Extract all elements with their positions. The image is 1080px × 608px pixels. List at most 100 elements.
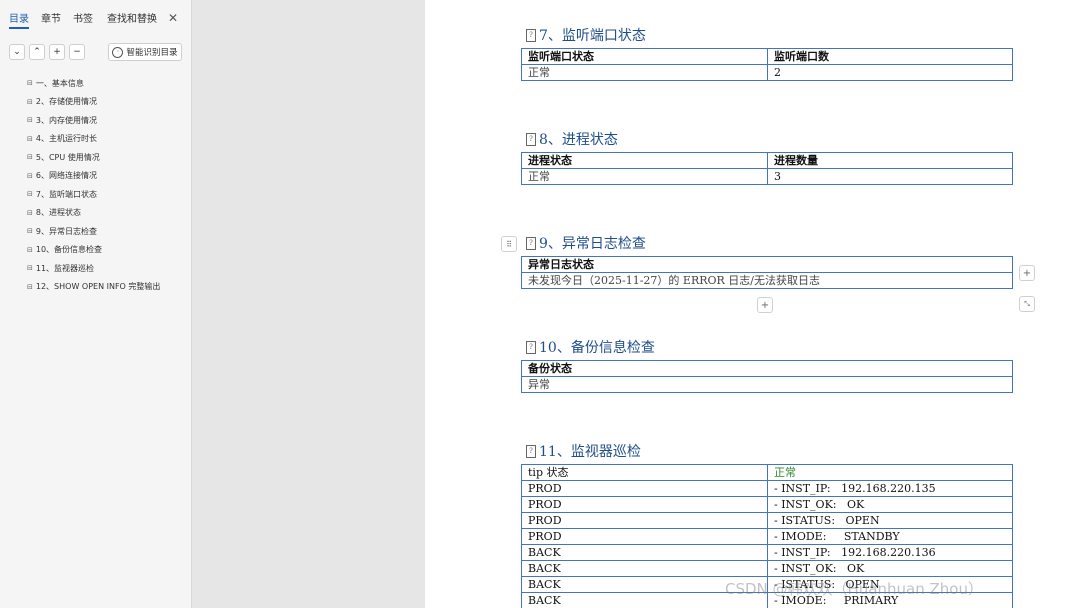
collapse-marker-icon: ⊟ <box>27 97 33 106</box>
section-9-title: 9、异常日志检查 <box>539 236 646 252</box>
table-cell: tip 状态 <box>521 464 768 481</box>
ai-icon: ◦ <box>112 46 124 58</box>
tab-toc[interactable]: 目录 <box>9 10 29 29</box>
toc-item-label: 8、进程状态 <box>35 208 81 218</box>
toc-item-1[interactable]: ⊟ 一、基本信息 <box>27 74 187 93</box>
smart-recognize-label: 智能识别目录 <box>126 48 178 58</box>
process-status-table: 进程状态 进程数量 正常 3 <box>521 152 1013 185</box>
add-row-icon[interactable]: + <box>757 297 773 313</box>
table-header-cell: 备份状态 <box>521 360 1013 377</box>
toc-item-2[interactable]: ⊟ 2、存储使用情况 <box>27 93 187 112</box>
toc-item-label: 2、存储使用情况 <box>35 97 97 107</box>
toc-item-label: 11、监视器巡检 <box>35 263 95 273</box>
missing-glyph-icon: ? <box>526 132 536 146</box>
missing-glyph-icon: ? <box>526 340 536 354</box>
close-icon[interactable]: ✕ <box>168 11 178 25</box>
collapse-down-icon[interactable]: ⌄ <box>9 44 25 60</box>
toc-item-9[interactable]: ⊟ 9、异常日志检查 <box>27 222 187 241</box>
table-cell: 异常 <box>521 376 1013 393</box>
toc-item-label: 4、主机运行时长 <box>35 134 97 144</box>
section-7-heading: ? 7、监听端口状态 <box>526 25 646 45</box>
table-cell: 正常 <box>521 168 768 185</box>
section-10-title: 10、备份信息检查 <box>539 340 655 356</box>
missing-glyph-icon: ? <box>526 28 536 42</box>
toc-item-label: 一、基本信息 <box>35 78 84 88</box>
add-column-icon[interactable]: + <box>1019 265 1035 281</box>
table-cell: PROD <box>521 496 768 513</box>
collapse-marker-icon: ⊟ <box>27 264 33 273</box>
toc-item-12[interactable]: ⊟ 12、SHOW OPEN INFO 完整输出 <box>27 278 187 297</box>
table-cell: - INST_IP: 192.168.220.135 <box>767 480 1013 497</box>
table-cell: BACK <box>521 560 768 577</box>
tab-chapters[interactable]: 章节 <box>41 10 61 25</box>
toc-item-label: 6、网络连接情况 <box>35 171 97 181</box>
toc-item-label: 3、内存使用情况 <box>35 115 97 125</box>
collapse-marker-icon: ⊟ <box>27 79 33 88</box>
section-9-heading: ? 9、异常日志检查 <box>526 233 646 253</box>
toc-item-label: 9、异常日志检查 <box>35 226 97 236</box>
resize-table-icon[interactable]: ⤡ <box>1019 296 1035 312</box>
table-header-cell: 进程状态 <box>521 152 768 169</box>
collapse-marker-icon: ⊟ <box>27 208 33 217</box>
table-cell: - ISTATUS: OPEN <box>767 512 1013 529</box>
document-background <box>192 0 424 608</box>
table-cell: - INST_OK: OK <box>767 496 1013 513</box>
table-cell: BACK <box>521 544 768 561</box>
toc-item-11[interactable]: ⊟ 11、监视器巡检 <box>27 259 187 278</box>
tab-find-replace[interactable]: 查找和替换 <box>107 10 157 25</box>
toc-item-label: 12、SHOW OPEN INFO 完整输出 <box>35 282 161 292</box>
toc-item-label: 5、CPU 使用情况 <box>35 152 100 162</box>
table-header-cell: 监听端口状态 <box>521 48 768 65</box>
document-page[interactable]: ? 7、监听端口状态 监听端口状态 监听端口数 正常 2 ? 8、进程状态 进程… <box>425 0 1080 608</box>
toc-list: ⊟ 一、基本信息 ⊟ 2、存储使用情况 ⊟ 3、内存使用情况 ⊟ 4、主机运行时长 ⊟ 5… <box>27 74 187 296</box>
section-11-title: 11、监视器巡检 <box>539 444 641 460</box>
toc-item-3[interactable]: ⊟ 3、内存使用情况 <box>27 111 187 130</box>
collapse-marker-icon: ⊟ <box>27 282 33 291</box>
table-cell: - INST_IP: 192.168.220.136 <box>767 544 1013 561</box>
section-10-heading: ? 10、备份信息检查 <box>526 337 655 357</box>
watermark: CSDN @韩欢欢（Huanhuan Zhou） <box>725 580 983 598</box>
smart-recognize-toc-button[interactable]: ◦ 智能识别目录 <box>108 43 182 61</box>
section-8-heading: ? 8、进程状态 <box>526 129 618 149</box>
section-11-heading: ? 11、监视器巡检 <box>526 441 641 461</box>
toc-item-10[interactable]: ⊟ 10、备份信息检查 <box>27 241 187 260</box>
collapse-marker-icon: ⊟ <box>27 190 33 199</box>
table-cell: PROD <box>521 528 768 545</box>
table-cell: - INST_OK: OK <box>767 560 1013 577</box>
backup-status-table: 备份状态 异常 <box>521 360 1013 393</box>
missing-glyph-icon: ? <box>526 444 536 458</box>
toc-item-label: 10、备份信息检查 <box>35 245 103 255</box>
table-cell: - IMODE: STANDBY <box>767 528 1013 545</box>
tab-bookmarks[interactable]: 书签 <box>73 10 93 25</box>
table-cell: 正常 <box>767 464 1013 481</box>
collapse-marker-icon: ⊟ <box>27 227 33 236</box>
drag-handle-icon[interactable]: ⠿ <box>501 236 517 252</box>
toc-item-label: 7、监听端口状态 <box>35 189 97 199</box>
error-log-table: 异常日志状态 未发现今日（2025-11-27）的 ERROR 日志/无法获取日… <box>521 256 1013 289</box>
section-8-title: 8、进程状态 <box>539 132 618 148</box>
table-cell: PROD <box>521 480 768 497</box>
table-cell: 正常 <box>521 64 768 81</box>
table-cell: PROD <box>521 512 768 529</box>
add-level-icon[interactable]: + <box>49 44 65 60</box>
toc-item-5[interactable]: ⊟ 5、CPU 使用情况 <box>27 148 187 167</box>
toc-item-6[interactable]: ⊟ 6、网络连接情况 <box>27 167 187 186</box>
table-header-cell: 监听端口数 <box>767 48 1013 65</box>
toc-item-4[interactable]: ⊟ 4、主机运行时长 <box>27 130 187 149</box>
table-cell: 3 <box>767 168 1013 185</box>
table-header-cell: 进程数量 <box>767 152 1013 169</box>
collapse-marker-icon: ⊟ <box>27 116 33 125</box>
navigation-sidebar: 目录 章节 书签 查找和替换 ✕ ⌄ ⌃ + − ◦ 智能识别目录 ⊟ 一、基本信… <box>0 0 192 608</box>
expand-up-icon[interactable]: ⌃ <box>29 44 45 60</box>
table-cell: 未发现今日（2025-11-27）的 ERROR 日志/无法获取日志 <box>521 272 1013 289</box>
remove-level-icon[interactable]: − <box>69 44 85 60</box>
toc-item-8[interactable]: ⊟ 8、进程状态 <box>27 204 187 223</box>
table-cell: 2 <box>767 64 1013 81</box>
listen-port-table: 监听端口状态 监听端口数 正常 2 <box>521 48 1013 81</box>
collapse-marker-icon: ⊟ <box>27 171 33 180</box>
toc-item-7[interactable]: ⊟ 7、监听端口状态 <box>27 185 187 204</box>
section-7-title: 7、监听端口状态 <box>539 28 646 44</box>
sidebar-tabs: 目录 章节 书签 查找和替换 <box>0 10 191 30</box>
collapse-marker-icon: ⊟ <box>27 153 33 162</box>
missing-glyph-icon: ? <box>526 236 536 250</box>
